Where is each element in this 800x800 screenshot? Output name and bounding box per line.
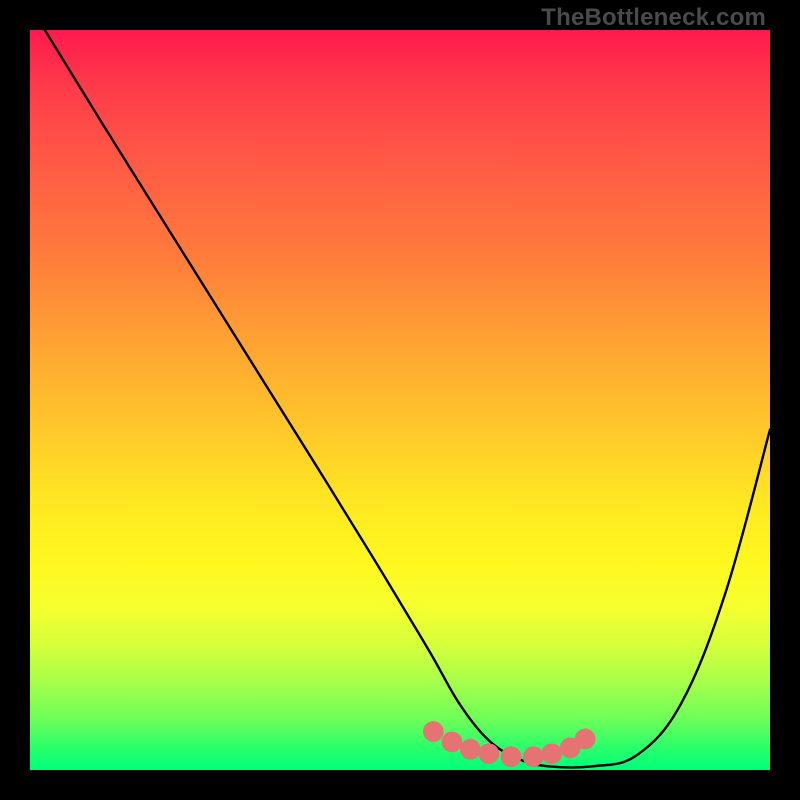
valley-dot bbox=[501, 746, 522, 767]
valley-dot bbox=[541, 743, 562, 764]
plot-area bbox=[30, 30, 770, 770]
chart-frame: TheBottleneck.com bbox=[0, 0, 800, 800]
valley-dot bbox=[523, 746, 544, 767]
valley-dot bbox=[423, 721, 444, 742]
valley-markers bbox=[423, 721, 595, 767]
valley-dot bbox=[441, 732, 462, 753]
valley-dot bbox=[478, 743, 499, 764]
valley-dot bbox=[460, 739, 481, 760]
valley-dot bbox=[575, 729, 596, 750]
bottleneck-curve bbox=[45, 30, 770, 768]
curve-layer bbox=[30, 30, 770, 770]
watermark-label: TheBottleneck.com bbox=[541, 4, 766, 32]
